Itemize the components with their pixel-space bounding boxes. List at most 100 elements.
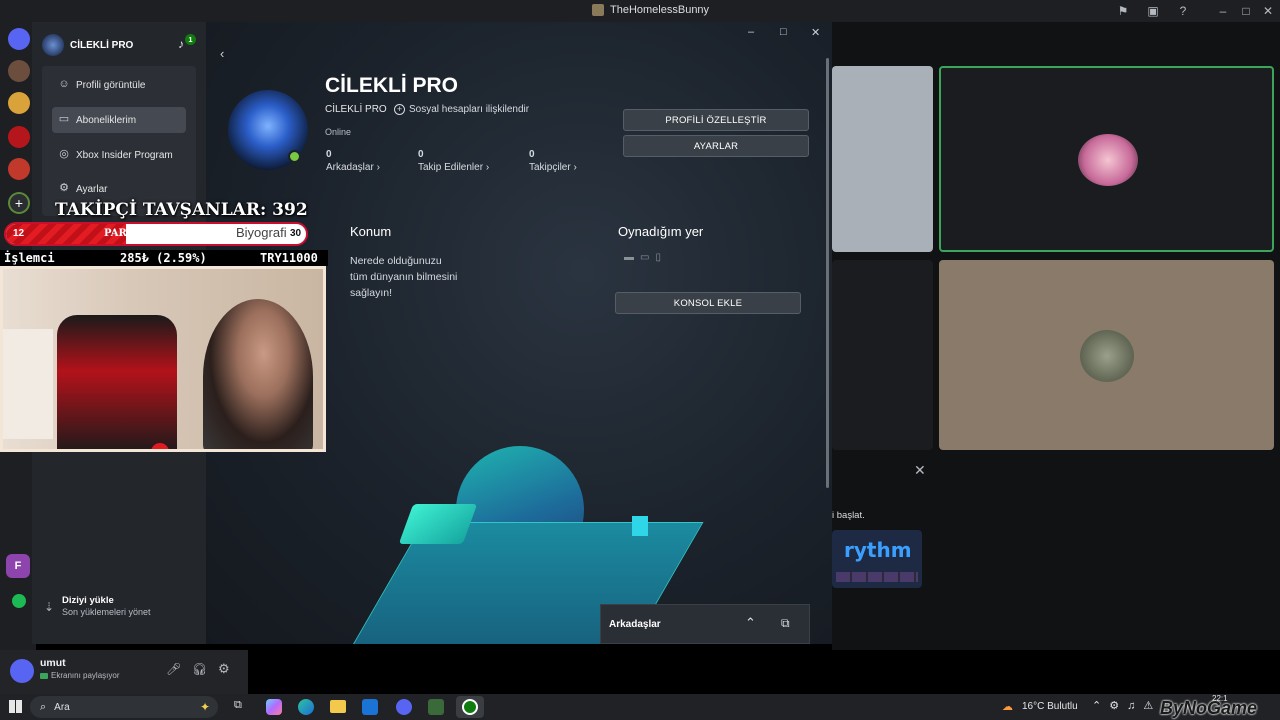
taskbar-search[interactable]: ⌕ Ara ✦ bbox=[30, 696, 218, 718]
paid-right-value: 30 bbox=[290, 228, 302, 239]
maximize-icon[interactable]: □ bbox=[780, 26, 787, 38]
weather-icon: ☁ bbox=[1002, 701, 1013, 713]
profile-name: CİLEKLİ PRO bbox=[325, 74, 459, 97]
stat-label: Arkadaşlar bbox=[326, 162, 374, 173]
stream-tile[interactable] bbox=[832, 66, 933, 252]
close-icon[interactable]: ✕ bbox=[914, 462, 926, 479]
discord-icon[interactable] bbox=[396, 699, 412, 715]
edge-icon[interactable] bbox=[298, 699, 314, 715]
device-icons: ▬▭▯ bbox=[624, 252, 667, 263]
close-icon[interactable]: ✕ bbox=[811, 26, 820, 39]
back-icon[interactable]: ‹ bbox=[220, 46, 224, 61]
server-avatar[interactable] bbox=[8, 158, 30, 180]
user-status: Ekranını paylaşıyor bbox=[40, 671, 119, 680]
settings-button[interactable]: AYARLAR bbox=[623, 135, 809, 157]
friends-panel[interactable]: Arkadaşlar ⌃ ⧉ bbox=[600, 604, 810, 644]
card-icon: ▭ bbox=[58, 113, 70, 125]
downloads-title[interactable]: Diziyi yükle bbox=[62, 595, 114, 606]
notification-badge: 1 bbox=[185, 34, 196, 45]
discord-home-icon[interactable] bbox=[8, 28, 30, 50]
search-icon: ⌕ bbox=[40, 700, 47, 713]
task-view-icon[interactable]: ⧉ bbox=[234, 699, 242, 712]
menu-item-label: Aboneliklerim bbox=[76, 114, 137, 126]
scrollbar[interactable] bbox=[826, 58, 829, 488]
gear-icon: ⚙ bbox=[59, 182, 69, 194]
ticker-item: 285₺ (2.59%) bbox=[120, 251, 207, 265]
stat-friends[interactable]: 0 Arkadaşlar › bbox=[326, 149, 380, 173]
activity-text: i başlat. bbox=[832, 510, 865, 521]
server-avatar[interactable]: F bbox=[6, 554, 30, 578]
add-server-icon[interactable]: + bbox=[10, 194, 28, 212]
inbox-flag-icon[interactable]: ⚑ bbox=[1115, 3, 1131, 19]
stat-count: 0 bbox=[418, 149, 424, 160]
xbox-taskbar-button[interactable] bbox=[456, 696, 484, 718]
stream-tile[interactable] bbox=[832, 260, 933, 450]
ticker-item: İşlemci bbox=[4, 251, 55, 265]
file-explorer-icon[interactable] bbox=[330, 700, 346, 713]
gear-icon[interactable]: ⚙ bbox=[218, 661, 230, 677]
presence-status: Online bbox=[325, 127, 352, 137]
location-text: Nerede olduğunuzu tüm dünyanın bilmesini… bbox=[350, 255, 458, 299]
system-tray-icons[interactable]: ⌃⚙♫⚠ bbox=[1092, 699, 1161, 712]
minimize-icon[interactable]: – bbox=[1215, 3, 1231, 19]
menu-item-settings[interactable]: ⚙ Ayarlar bbox=[52, 176, 186, 202]
help-icon[interactable]: ? bbox=[1175, 3, 1191, 19]
gaming-chair bbox=[57, 315, 177, 449]
pc-icon: ▬ bbox=[624, 252, 640, 263]
stream-tile-active[interactable] bbox=[939, 66, 1274, 252]
streamer bbox=[203, 299, 313, 449]
menu-item-insider[interactable]: ◎ Xbox Insider Program bbox=[52, 142, 186, 168]
server-avatar[interactable] bbox=[8, 92, 30, 114]
windows-start-icon[interactable] bbox=[9, 700, 22, 713]
server-avatar[interactable] bbox=[8, 60, 30, 82]
outlook-icon[interactable] bbox=[362, 699, 378, 715]
window-titlebar: TheHomelessBunny ⚑ ▣ ? – □ ✕ bbox=[0, 0, 1280, 22]
chevron-up-icon[interactable]: ⌃ bbox=[745, 615, 756, 631]
menu-item-view-profile[interactable]: ☺ Profili görüntüle bbox=[52, 72, 186, 98]
popout-icon[interactable]: ⧉ bbox=[781, 616, 790, 631]
biography-header: Biyografi bbox=[236, 225, 287, 240]
copilot-icon[interactable] bbox=[266, 699, 282, 715]
stat-label: Takipçiler bbox=[529, 162, 571, 173]
minimize-icon[interactable]: – bbox=[748, 26, 754, 38]
user-avatar[interactable] bbox=[10, 659, 34, 683]
screen-icon[interactable]: ▣ bbox=[1145, 3, 1161, 19]
cube-illustration bbox=[632, 516, 648, 536]
app-icon[interactable] bbox=[428, 699, 444, 715]
server-avatar[interactable] bbox=[8, 126, 30, 148]
profile-avatar-small[interactable] bbox=[42, 34, 64, 56]
chevron-right-icon: › bbox=[573, 162, 577, 173]
customize-profile-button[interactable]: PROFİLİ ÖZELLEŞTİR bbox=[623, 109, 809, 131]
add-console-button[interactable]: KONSOL EKLE bbox=[615, 292, 801, 314]
rythm-card[interactable]: rythm bbox=[832, 530, 922, 588]
user-status-text: Ekranını paylaşıyor bbox=[51, 671, 120, 680]
menu-item-subscriptions[interactable]: ▭ Aboneliklerim bbox=[52, 107, 186, 133]
rythm-thumbs bbox=[836, 572, 918, 582]
headphones-icon[interactable]: 🎧︎ bbox=[192, 662, 207, 676]
search-placeholder: Ara bbox=[54, 701, 70, 713]
downloads-subtitle: Son yüklemeleri yönet bbox=[62, 607, 151, 617]
weather-text[interactable]: 16°C Bulutlu bbox=[1022, 701, 1078, 712]
stream-tile[interactable] bbox=[939, 260, 1274, 450]
microphone-icon[interactable]: 🎤︎ bbox=[166, 662, 181, 676]
link-social-accounts[interactable]: + Sosyal hesapları ilişkilendir bbox=[394, 104, 529, 115]
user-avatar bbox=[1080, 330, 1134, 382]
stream-area: ✕ i başlat. rythm bbox=[832, 22, 1280, 650]
close-icon[interactable]: ✕ bbox=[1260, 3, 1276, 19]
menu-item-label: Ayarlar bbox=[76, 183, 108, 195]
maximize-icon[interactable]: □ bbox=[1238, 3, 1254, 19]
spotify-icon[interactable] bbox=[12, 594, 26, 608]
download-icon: ⇣ bbox=[44, 600, 55, 614]
stat-followers[interactable]: 0 Takipçiler › bbox=[529, 149, 577, 173]
user-icon: ☺ bbox=[58, 78, 70, 90]
screen-share-icon bbox=[40, 672, 48, 679]
user-avatar bbox=[1078, 134, 1138, 186]
menu-item-label: Xbox Insider Program bbox=[76, 149, 173, 161]
sidebar-profile-name[interactable]: CİLEKLİ PRO bbox=[70, 40, 133, 51]
xbox-icon bbox=[462, 699, 478, 715]
stat-label: Takip Edilenler bbox=[418, 162, 484, 173]
window-title: TheHomelessBunny bbox=[592, 4, 709, 16]
social-link-label: Sosyal hesapları ilişkilendir bbox=[409, 104, 530, 115]
stat-following[interactable]: 0 Takip Edilenler › bbox=[418, 149, 489, 173]
chevron-right-icon: › bbox=[485, 162, 490, 173]
